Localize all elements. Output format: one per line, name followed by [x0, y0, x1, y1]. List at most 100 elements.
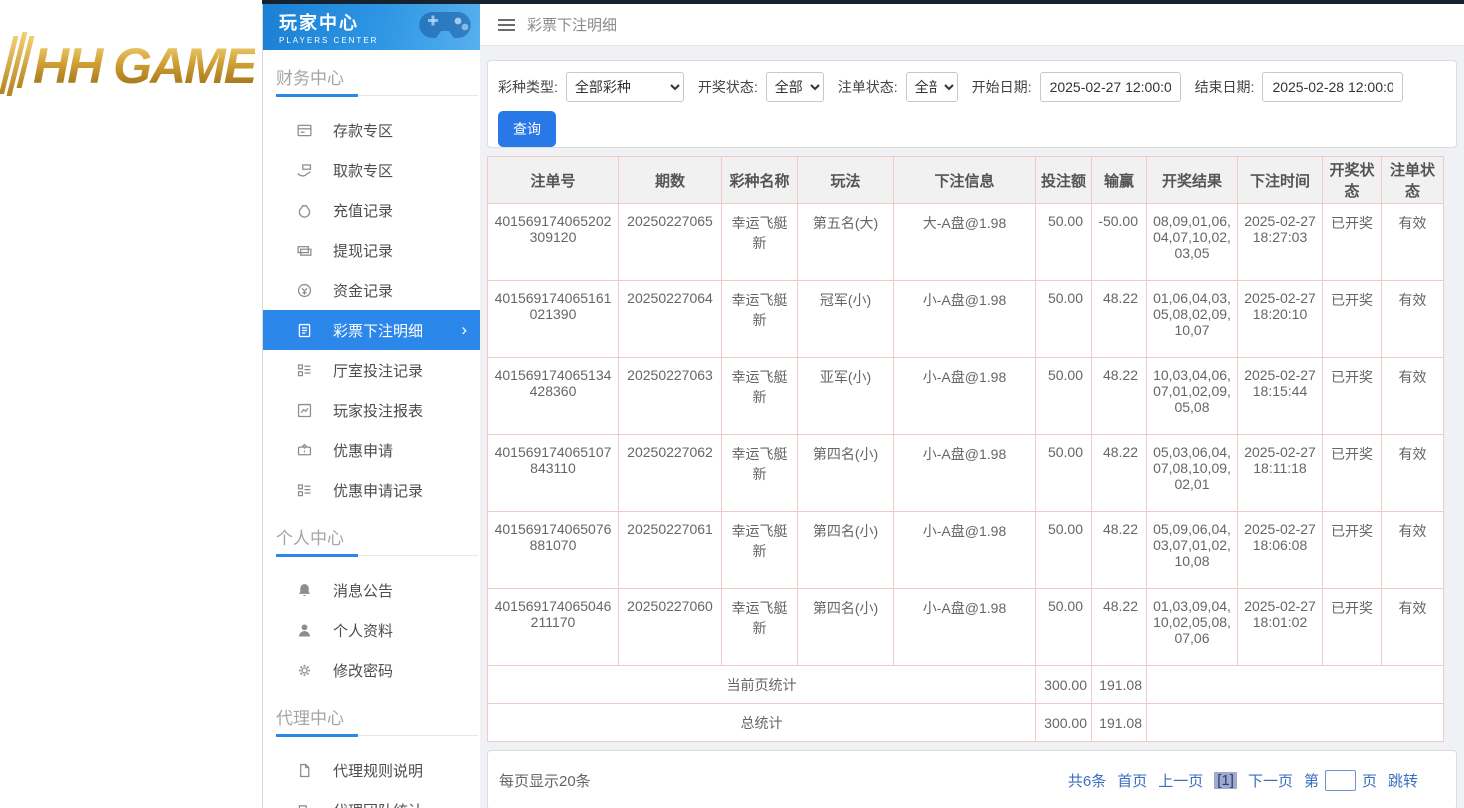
- table-cell: 50.00: [1036, 281, 1092, 358]
- table-cell: 幸运飞艇新: [722, 435, 798, 512]
- jump-button[interactable]: 跳转: [1388, 770, 1418, 791]
- table-cell: 08,09,01,06,04,07,10,02,03,05: [1147, 204, 1238, 281]
- next-page-link[interactable]: 下一页: [1248, 770, 1293, 791]
- table-cell: 小-A盘@1.98: [894, 512, 1036, 589]
- table-cell: 已开奖: [1323, 358, 1382, 435]
- sidebar-item-team-stats[interactable]: 代理团队统计: [263, 790, 480, 808]
- table-cell: 48.22: [1092, 512, 1147, 589]
- summary-empty: [1147, 666, 1444, 704]
- summary-winloss-total: 191.08: [1092, 666, 1147, 704]
- end-date-input[interactable]: [1262, 72, 1403, 102]
- promo-apply-icon: [295, 441, 313, 459]
- end-date-label: 结束日期:: [1195, 77, 1255, 97]
- current-page-indicator[interactable]: [1]: [1214, 772, 1237, 789]
- filter-panel: 彩种类型: 全部彩种 开奖状态: 全部 注单状态: 全部 开始日期: 结束日期:…: [487, 60, 1457, 148]
- summary-row: 总统计300.00191.08: [488, 704, 1444, 742]
- table-cell: 20250227064: [619, 281, 722, 358]
- topbar: 彩票下注明细: [480, 4, 1464, 46]
- sidebar-nav: 财务中心存款专区取款专区充值记录提现记录资金记录彩票下注明细›厅室投注记录玩家投…: [263, 50, 480, 808]
- first-page-link[interactable]: 首页: [1117, 770, 1147, 791]
- table-cell: 48.22: [1092, 589, 1147, 666]
- table-cell: 亚军(小): [798, 358, 894, 435]
- sidebar-item-label: 优惠申请记录: [333, 480, 423, 501]
- table-cell: 第四名(小): [798, 589, 894, 666]
- sidebar-item-withdraw[interactable]: 取款专区: [263, 150, 480, 190]
- start-date-input[interactable]: [1040, 72, 1181, 102]
- table-cell: 大-A盘@1.98: [894, 204, 1036, 281]
- sidebar-item-label: 个人资料: [333, 620, 393, 641]
- table-cell: 幸运飞艇新: [722, 204, 798, 281]
- sidebar-item-promo-records[interactable]: 优惠申请记录: [263, 470, 480, 510]
- table-cell: 401569174065046211170: [488, 589, 619, 666]
- table-cell: 冠军(小): [798, 281, 894, 358]
- sidebar-item-person[interactable]: 个人资料: [263, 610, 480, 650]
- start-date-label: 开始日期:: [972, 77, 1032, 97]
- table-cell: 幸运飞艇新: [722, 358, 798, 435]
- sidebar-item-label: 修改密码: [333, 660, 393, 681]
- table-row: 40156917406520230912020250227065幸运飞艇新第五名…: [488, 204, 1444, 281]
- query-button[interactable]: 查询: [498, 111, 556, 147]
- prev-page-link[interactable]: 上一页: [1158, 770, 1203, 791]
- table-cell: 小-A盘@1.98: [894, 435, 1036, 512]
- sidebar-item-deposit[interactable]: 存款专区: [263, 110, 480, 150]
- menu-toggle-icon[interactable]: [498, 19, 515, 31]
- sidebar-item-room-records[interactable]: 厅室投注记录: [263, 350, 480, 390]
- table-cell: 50.00: [1036, 589, 1092, 666]
- draw-status-label: 开奖状态:: [698, 77, 758, 97]
- summary-label: 总统计: [488, 704, 1036, 742]
- table-cell: 幸运飞艇新: [722, 281, 798, 358]
- sidebar-item-promo-apply[interactable]: 优惠申请: [263, 430, 480, 470]
- sidebar-item-funds[interactable]: 资金记录: [263, 270, 480, 310]
- sidebar-item-label: 存款专区: [333, 120, 393, 141]
- table-row: 40156917406516102139020250227064幸运飞艇新冠军(…: [488, 281, 1444, 358]
- summary-winloss-total: 191.08: [1092, 704, 1147, 742]
- column-header: 彩种名称: [722, 157, 798, 204]
- table-cell: 401569174065202309120: [488, 204, 619, 281]
- table-cell: 2025-02-27 18:01:02: [1238, 589, 1323, 666]
- page-jump: 第 页: [1304, 770, 1377, 791]
- table-cell: 2025-02-27 18:11:18: [1238, 435, 1323, 512]
- table-cell: 20250227062: [619, 435, 722, 512]
- sidebar-item-recharge[interactable]: 充值记录: [263, 190, 480, 230]
- sidebar-item-cashout[interactable]: 提现记录: [263, 230, 480, 270]
- table-cell: 401569174065161021390: [488, 281, 619, 358]
- table-cell: 第四名(小): [798, 512, 894, 589]
- sidebar-item-label: 玩家投注报表: [333, 400, 423, 421]
- column-header: 开奖状态: [1323, 157, 1382, 204]
- table-cell: 48.22: [1092, 358, 1147, 435]
- sidebar-item-label: 代理规则说明: [333, 760, 423, 781]
- order-status-select[interactable]: 全部: [906, 72, 958, 102]
- page-jump-input[interactable]: [1325, 770, 1356, 791]
- sidebar-item-lottery-detail[interactable]: 彩票下注明细›: [263, 310, 480, 350]
- sidebar: 玩家中心 PLAYERS CENTER 财务中心存款专区取款专区充值记录提现记录…: [262, 4, 480, 808]
- pagination: 共6条 首页 上一页 [1] 下一页 第 页 跳转: [1068, 770, 1418, 791]
- column-header: 输赢: [1092, 157, 1147, 204]
- bet-report-icon: [295, 401, 313, 419]
- page: HH GAME 玩家中心 PLAYERS CENTER 财务中心存款专区取款专区…: [0, 0, 1464, 808]
- lottery-type-select[interactable]: 全部彩种: [566, 72, 684, 102]
- table-cell: 2025-02-27 18:20:10: [1238, 281, 1323, 358]
- sidebar-item-document[interactable]: 代理规则说明: [263, 750, 480, 790]
- table-cell: 2025-02-27 18:15:44: [1238, 358, 1323, 435]
- table-row: 40156917406504621117020250227060幸运飞艇新第四名…: [488, 589, 1444, 666]
- footer-bar: 每页显示20条 共6条 首页 上一页 [1] 下一页 第 页 跳转: [487, 750, 1457, 808]
- chevron-right-icon: ›: [461, 320, 467, 340]
- table-cell: 10,03,04,06,07,01,02,09,05,08: [1147, 358, 1238, 435]
- table-cell: 已开奖: [1323, 204, 1382, 281]
- draw-status-select[interactable]: 全部: [766, 72, 824, 102]
- table-cell: 已开奖: [1323, 281, 1382, 358]
- sidebar-item-bet-report[interactable]: 玩家投注报表: [263, 390, 480, 430]
- section-title: 代理中心: [263, 690, 480, 735]
- summary-label: 当前页统计: [488, 666, 1036, 704]
- order-status-label: 注单状态:: [838, 77, 898, 97]
- summary-bet-total: 300.00: [1036, 704, 1092, 742]
- sidebar-item-label: 消息公告: [333, 580, 393, 601]
- sidebar-item-label: 优惠申请: [333, 440, 393, 461]
- table-cell: 20250227061: [619, 512, 722, 589]
- sidebar-item-bell[interactable]: 消息公告: [263, 570, 480, 610]
- sidebar-item-label: 资金记录: [333, 280, 393, 301]
- sidebar-item-gear[interactable]: 修改密码: [263, 650, 480, 690]
- column-header: 下注时间: [1238, 157, 1323, 204]
- table-cell: 01,06,04,03,05,08,02,09,10,07: [1147, 281, 1238, 358]
- gear-icon: [295, 661, 313, 679]
